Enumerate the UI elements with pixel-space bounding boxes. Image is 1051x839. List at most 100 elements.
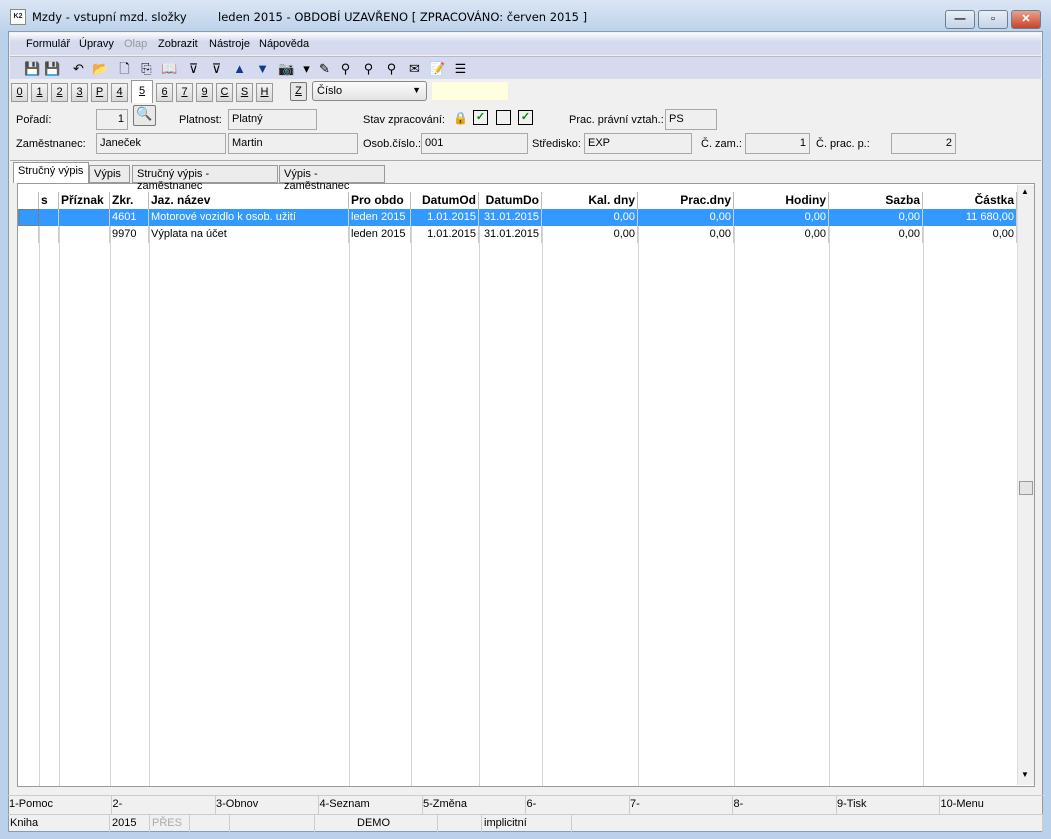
- dropdown-button[interactable]: ▾: [298, 60, 315, 77]
- open-folder-button[interactable]: 📂: [92, 60, 109, 77]
- search-input[interactable]: [431, 81, 509, 101]
- column-header[interactable]: Prac.dny: [638, 192, 734, 209]
- fkey-3[interactable]: 3-Obnov: [215, 796, 319, 814]
- scroll-thumb[interactable]: [1019, 481, 1033, 495]
- czam-field[interactable]: 1: [745, 133, 810, 154]
- fkey-7[interactable]: 7-: [629, 796, 733, 814]
- excel-button[interactable]: ✎: [316, 60, 333, 77]
- osob-label: Osob.číslo.:: [363, 138, 422, 150]
- new-document-button[interactable]: 🗋: [116, 60, 133, 77]
- camera-icon: 📷: [278, 61, 295, 76]
- close-button[interactable]: ✕: [1011, 10, 1041, 29]
- column-header[interactable]: Zkr.: [110, 192, 149, 209]
- arrow-down-icon: ▼: [256, 61, 269, 76]
- table-row[interactable]: 9970 Výplata na účet leden 2015 1.01.2015 31…: [18, 226, 1017, 243]
- tab-stru-n-v-pis-zam-stnanec[interactable]: Stručný výpis - zaměstnanec: [132, 165, 278, 192]
- menu-zobrazit[interactable]: Zobrazit: [158, 38, 198, 50]
- minimize-button[interactable]: —: [945, 10, 975, 29]
- tab-v-pis-zam-stnanec[interactable]: Výpis - zaměstnanec: [279, 165, 385, 192]
- fkey-9[interactable]: 9-Tisk: [836, 796, 940, 814]
- filter-button[interactable]: ⊽: [185, 60, 202, 77]
- menu-úpravy[interactable]: Úpravy: [79, 38, 114, 50]
- tab-2[interactable]: 2: [51, 83, 68, 102]
- tab-stru-n-v-pis[interactable]: Stručný výpis: [13, 162, 89, 183]
- binoculars-next-button[interactable]: ⚲: [360, 60, 377, 77]
- column-header[interactable]: Sazba: [829, 192, 923, 209]
- menu-olap[interactable]: Olap: [124, 38, 147, 50]
- save-button[interactable]: 💾: [24, 60, 41, 77]
- arrow-up-button[interactable]: ▲: [231, 60, 248, 77]
- minimize-icon: —: [954, 13, 966, 25]
- binoculars-prev-button[interactable]: ⚲: [383, 60, 400, 77]
- fkey-5[interactable]: 5-Změna: [422, 796, 526, 814]
- fkey-8[interactable]: 8-: [733, 796, 837, 814]
- osob-field[interactable]: 001: [421, 133, 528, 154]
- tab-4[interactable]: 4: [111, 83, 128, 102]
- tab-3[interactable]: 3: [71, 83, 88, 102]
- tab-v-pis[interactable]: Výpis: [89, 165, 130, 183]
- menu-nástroje[interactable]: Nástroje: [209, 38, 250, 50]
- z-button[interactable]: Z: [290, 82, 307, 101]
- fkey-2[interactable]: 2-: [112, 796, 216, 814]
- vertical-scrollbar[interactable]: ▲ ▼: [1017, 185, 1034, 785]
- lock-check-icon[interactable]: ✓: [473, 110, 488, 125]
- edit-folder-button[interactable]: 📝: [429, 60, 446, 77]
- search-button[interactable]: 🔍: [133, 105, 156, 126]
- tab-c[interactable]: C: [216, 83, 233, 102]
- menu-lines-button[interactable]: ☰: [452, 60, 469, 77]
- tab-7[interactable]: 7: [176, 83, 193, 102]
- prac-vztah-field[interactable]: PS: [665, 109, 717, 130]
- tab-9[interactable]: 9: [196, 83, 213, 102]
- lock-empty-icon[interactable]: [496, 110, 511, 125]
- prijmeni-field[interactable]: Janeček: [96, 133, 226, 154]
- scroll-down-icon[interactable]: ▼: [1021, 770, 1029, 779]
- cell: Motorové vozidlo k osob. užití: [149, 209, 349, 226]
- table-row[interactable]: 4601 Motorové vozidlo k osob. užití leden …: [18, 209, 1017, 226]
- column-header[interactable]: Jaz. název: [149, 192, 349, 209]
- fkey-6[interactable]: 6-: [526, 796, 630, 814]
- edit-folder-icon: 📝: [429, 61, 446, 76]
- fkey-10[interactable]: 10-Menu: [940, 796, 1044, 814]
- cell: 31.01.2015: [479, 226, 542, 243]
- lock-check-icon[interactable]: ✓: [518, 110, 533, 125]
- tab-p[interactable]: P: [91, 83, 108, 102]
- tab-1[interactable]: 1: [31, 83, 48, 102]
- poradi-field[interactable]: 1: [96, 109, 128, 130]
- binoculars-button[interactable]: ⚲: [337, 60, 354, 77]
- maximize-button[interactable]: ▫: [978, 10, 1008, 29]
- column-header[interactable]: DatumOd: [411, 192, 479, 209]
- menu-formulář[interactable]: Formulář: [26, 38, 70, 50]
- mail-button[interactable]: ✉: [406, 60, 423, 77]
- camera-button[interactable]: 📷: [278, 60, 295, 77]
- copy-button[interactable]: ⎘: [138, 60, 155, 77]
- status-bar: Kniha 2015 PŘES DEMO implicitní: [8, 814, 1043, 833]
- column-header[interactable]: Kal. dny: [542, 192, 638, 209]
- tab-0[interactable]: 0: [11, 83, 28, 102]
- stredisko-field[interactable]: EXP: [584, 133, 692, 154]
- tab-h[interactable]: H: [256, 83, 273, 102]
- jmeno-field[interactable]: Martin: [228, 133, 358, 154]
- column-header[interactable]: Pro obdo: [349, 192, 411, 209]
- column-header[interactable]: Příznak: [59, 192, 110, 209]
- column-header[interactable]: s: [39, 192, 59, 209]
- book-button[interactable]: 📖: [161, 60, 178, 77]
- save-as-button[interactable]: 💾: [44, 60, 61, 77]
- fkey-4[interactable]: 4-Seznam: [319, 796, 423, 814]
- platnost-field[interactable]: Platný: [228, 109, 317, 130]
- cell: Výplata na účet: [149, 226, 349, 243]
- fkey-1[interactable]: 1-Pomoc: [8, 796, 112, 814]
- column-header[interactable]: Částka: [923, 192, 1017, 209]
- undo-button[interactable]: ↶: [70, 60, 87, 77]
- column-header[interactable]: DatumDo: [479, 192, 542, 209]
- cprac-field[interactable]: 2: [891, 133, 956, 154]
- scroll-up-icon[interactable]: ▲: [1021, 187, 1029, 196]
- filter-list-button[interactable]: ⊽: [208, 60, 225, 77]
- column-header[interactable]: [19, 192, 39, 209]
- sort-select[interactable]: Číslo ▼: [312, 81, 427, 101]
- arrow-down-button[interactable]: ▼: [254, 60, 271, 77]
- tab-5[interactable]: 5: [131, 80, 153, 103]
- column-header[interactable]: Hodiny: [734, 192, 829, 209]
- menu-nápověda[interactable]: Nápověda: [259, 38, 309, 50]
- tab-6[interactable]: 6: [156, 83, 173, 102]
- tab-s[interactable]: S: [236, 83, 253, 102]
